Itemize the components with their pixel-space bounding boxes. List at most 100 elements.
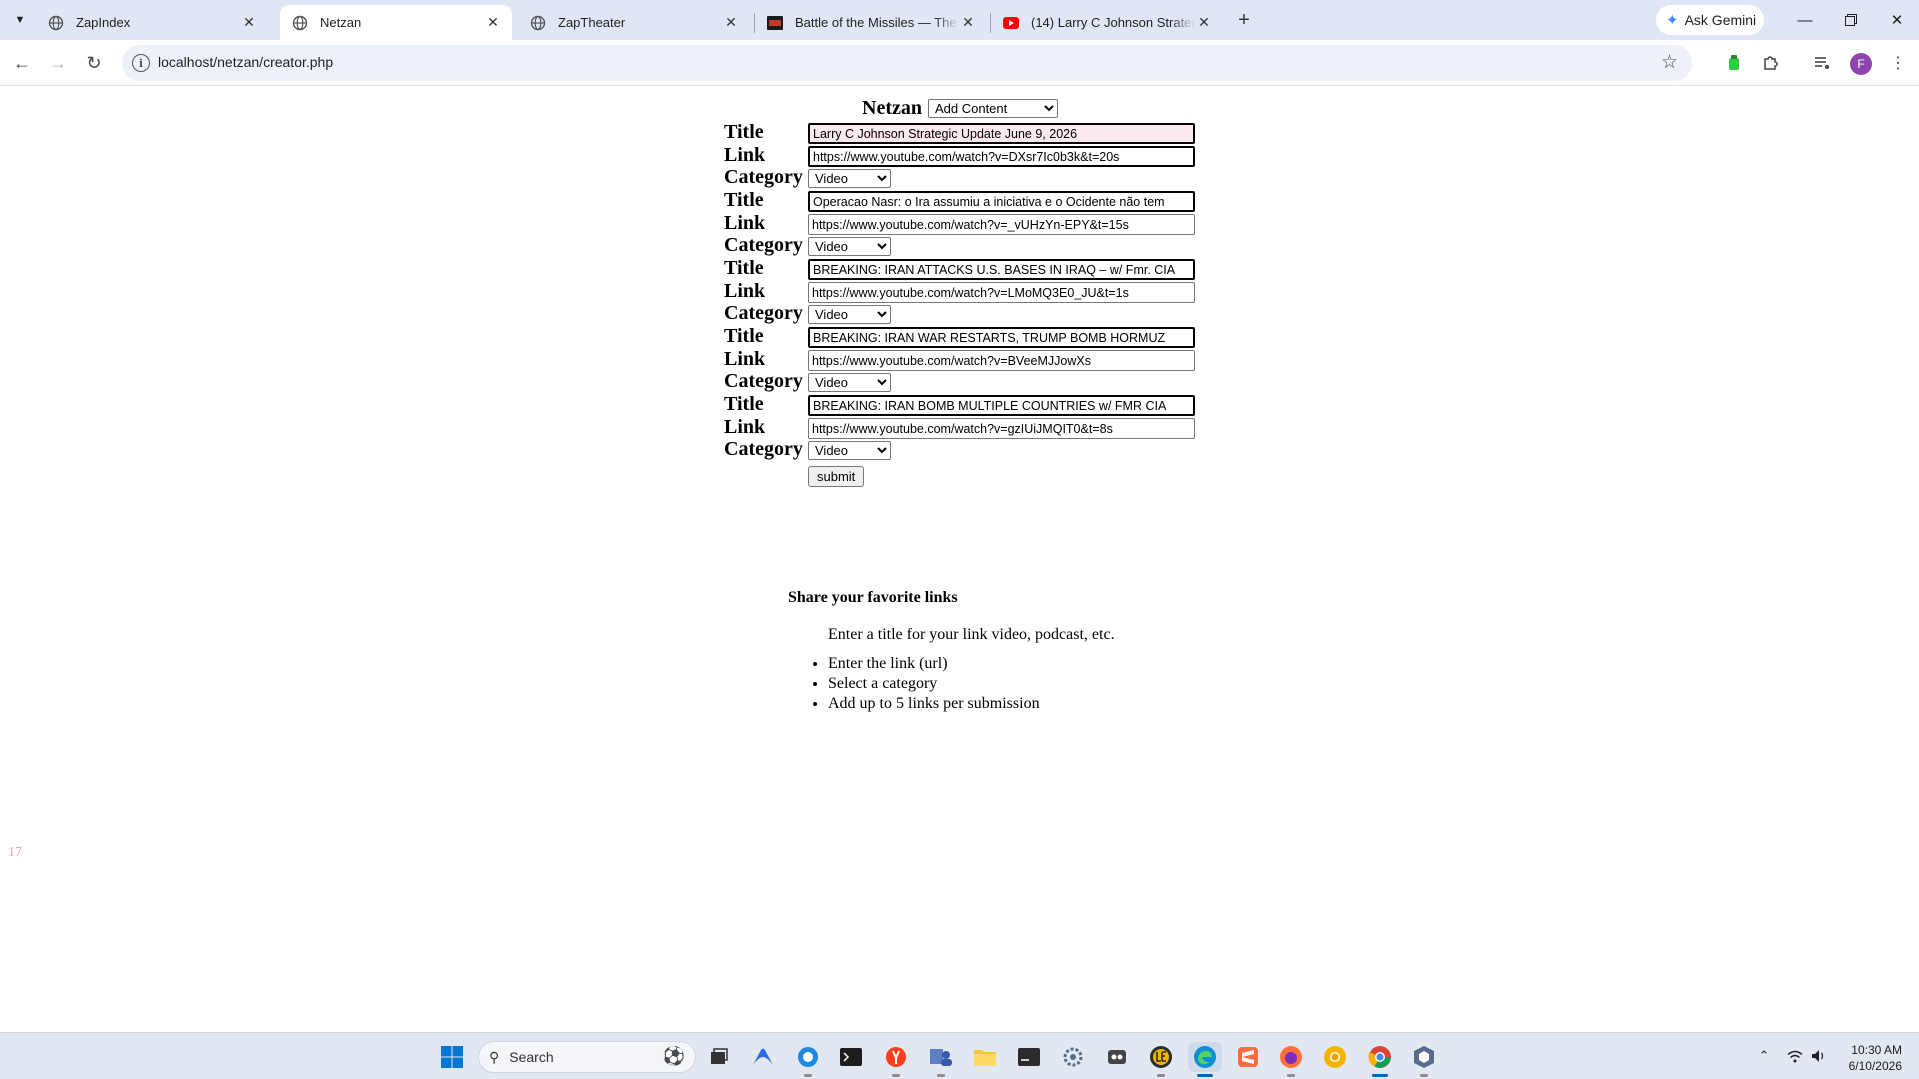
media-control-icon[interactable] bbox=[1808, 49, 1836, 77]
menu-kebab-icon[interactable]: ⋮ bbox=[1884, 49, 1912, 77]
console-icon[interactable] bbox=[1014, 1042, 1044, 1072]
running-indicator bbox=[1372, 1074, 1388, 1077]
wifi-icon[interactable] bbox=[1786, 1047, 1804, 1065]
entry-2-link-row: Link bbox=[724, 211, 1204, 235]
app-icon-le[interactable] bbox=[1146, 1042, 1176, 1077]
entry-3-category-select[interactable]: Video bbox=[808, 305, 891, 324]
file-explorer-icon[interactable] bbox=[970, 1042, 1000, 1072]
entry-1-title-row: Title bbox=[724, 120, 1204, 144]
taskbar-clock[interactable]: 10:30 AM 6/10/2026 bbox=[1832, 1042, 1902, 1074]
ask-gemini-button[interactable]: ✦ Ask Gemini bbox=[1656, 5, 1764, 35]
close-icon[interactable]: ✕ bbox=[722, 14, 740, 32]
entry-3-title-input[interactable] bbox=[808, 259, 1195, 280]
browser-app-icon[interactable] bbox=[793, 1042, 823, 1077]
entry-1-link-row: Link bbox=[724, 143, 1204, 167]
entry-4-title-row: Title bbox=[724, 324, 1204, 348]
close-icon[interactable]: ✕ bbox=[959, 14, 977, 32]
close-window-icon[interactable]: ✕ bbox=[1874, 0, 1919, 40]
avatar[interactable]: F bbox=[1850, 53, 1872, 75]
site-info-icon[interactable]: i bbox=[132, 54, 150, 72]
reload-icon[interactable]: ↻ bbox=[80, 49, 108, 77]
taskbar-search-box[interactable]: ⚲ Search ⚽ bbox=[478, 1041, 696, 1073]
terminal-icon[interactable] bbox=[836, 1042, 866, 1072]
tab-title: Battle of the Missiles — The Ap bbox=[795, 15, 959, 30]
tab-battle-of-the-missiles[interactable]: Battle of the Missiles — The Ap ✕ bbox=[755, 5, 987, 40]
close-icon[interactable]: ✕ bbox=[484, 14, 502, 32]
link-label: Link bbox=[724, 280, 766, 302]
close-icon[interactable]: ✕ bbox=[240, 14, 258, 32]
volume-icon[interactable] bbox=[1810, 1047, 1828, 1065]
people-app-icon[interactable] bbox=[926, 1042, 956, 1077]
tab-zaptheater[interactable]: ZapTheater ✕ bbox=[518, 5, 750, 40]
share-instructions-list: Enter the link (url) Select a category A… bbox=[808, 654, 1040, 714]
list-item: Enter the link (url) bbox=[828, 654, 1040, 674]
copilot-icon[interactable] bbox=[748, 1042, 778, 1072]
tab-youtube-video[interactable]: (14) Larry C Johnson Strategic U ✕ bbox=[991, 5, 1223, 40]
extension-icon[interactable] bbox=[1720, 49, 1748, 77]
cube-app-icon[interactable] bbox=[1409, 1042, 1439, 1077]
page-counter: 17 bbox=[8, 845, 22, 860]
forward-icon[interactable]: → bbox=[44, 49, 72, 77]
youtube-icon bbox=[1003, 15, 1019, 31]
minimize-icon[interactable]: — bbox=[1782, 0, 1828, 40]
entry-1-category-select[interactable]: Video bbox=[808, 169, 891, 188]
title-label: Title bbox=[724, 121, 764, 143]
clock-time: 10:30 AM bbox=[1851, 1043, 1902, 1057]
share-intro: Enter a title for your link video, podca… bbox=[828, 626, 1115, 643]
extensions-puzzle-icon[interactable] bbox=[1756, 49, 1784, 77]
task-view-icon[interactable] bbox=[704, 1042, 734, 1072]
bookmark-star-icon[interactable]: ☆ bbox=[1661, 51, 1678, 74]
entry-1-link-input[interactable] bbox=[808, 146, 1195, 167]
edge-icon[interactable] bbox=[1188, 1042, 1222, 1077]
category-label: Category bbox=[724, 166, 803, 188]
submit-row: submit bbox=[724, 466, 1204, 490]
submit-button[interactable]: submit bbox=[808, 466, 865, 487]
url-text[interactable]: localhost/netzan/creator.php bbox=[158, 54, 333, 70]
entry-1-category-row: Category Video bbox=[724, 165, 1204, 189]
back-icon[interactable]: ← bbox=[8, 49, 36, 77]
address-bar[interactable]: i localhost/netzan/creator.php ☆ bbox=[122, 45, 1692, 81]
show-hidden-icons-chevron-up-icon[interactable]: ⌃ bbox=[1755, 1047, 1773, 1065]
entry-2-category-select[interactable]: Video bbox=[808, 237, 891, 256]
robot-app-icon[interactable] bbox=[1102, 1042, 1132, 1072]
browser-toolbar: ← → ↻ i localhost/netzan/creator.php ☆ ⋮ bbox=[0, 40, 1919, 86]
close-icon[interactable]: ✕ bbox=[1195, 14, 1213, 32]
entry-4-category-select[interactable]: Video bbox=[808, 373, 891, 392]
running-indicator bbox=[1157, 1074, 1165, 1077]
tab-title: (14) Larry C Johnson Strategic U bbox=[1031, 15, 1195, 30]
sublime-icon[interactable] bbox=[1233, 1042, 1263, 1072]
entry-5-category-select[interactable]: Video bbox=[808, 441, 891, 460]
entry-5-title-input[interactable] bbox=[808, 395, 1195, 416]
yandex-icon[interactable] bbox=[881, 1042, 911, 1077]
tab-netzan[interactable]: Netzan ✕ bbox=[280, 5, 512, 40]
share-heading: Share your favorite links bbox=[788, 589, 958, 606]
windows-taskbar: ⚲ Search ⚽ ⌃ 10:30 AM 6/10/2026 bbox=[0, 1032, 1919, 1079]
entry-4-category-row: Category Video bbox=[724, 369, 1204, 393]
category-label: Category bbox=[724, 438, 803, 460]
tab-search-icon[interactable]: ▼ bbox=[8, 8, 32, 32]
entry-2-link-input[interactable] bbox=[808, 214, 1195, 235]
new-tab-icon[interactable]: + bbox=[1232, 8, 1256, 32]
windows-start-icon[interactable] bbox=[437, 1042, 467, 1072]
restore-icon[interactable] bbox=[1828, 0, 1874, 40]
running-indicator bbox=[1287, 1074, 1295, 1077]
search-icon: ⚲ bbox=[489, 1048, 500, 1065]
entry-5-link-input[interactable] bbox=[808, 418, 1195, 439]
entry-2-title-input[interactable] bbox=[808, 191, 1195, 212]
taskbar-search-placeholder: Search bbox=[509, 1049, 554, 1065]
entry-3-link-input[interactable] bbox=[808, 282, 1195, 303]
entry-4-link-row: Link bbox=[724, 347, 1204, 371]
entry-1-title-input[interactable] bbox=[808, 123, 1195, 144]
entry-4-link-input[interactable] bbox=[808, 350, 1195, 371]
entry-5-title-row: Title bbox=[724, 392, 1204, 416]
tab-zapindex[interactable]: ZapIndex ✕ bbox=[36, 5, 268, 40]
firefox-icon[interactable] bbox=[1276, 1042, 1306, 1077]
mode-select[interactable]: Add Content bbox=[927, 99, 1058, 118]
entry-4-title-input[interactable] bbox=[808, 327, 1195, 348]
tab-title: ZapIndex bbox=[76, 15, 131, 30]
globe-icon bbox=[530, 15, 546, 31]
settings-gear-icon[interactable] bbox=[1058, 1042, 1088, 1072]
chrome-icon[interactable] bbox=[1365, 1042, 1395, 1077]
chrome-canary-icon[interactable] bbox=[1320, 1042, 1350, 1072]
site-name: Netzan bbox=[862, 97, 922, 119]
